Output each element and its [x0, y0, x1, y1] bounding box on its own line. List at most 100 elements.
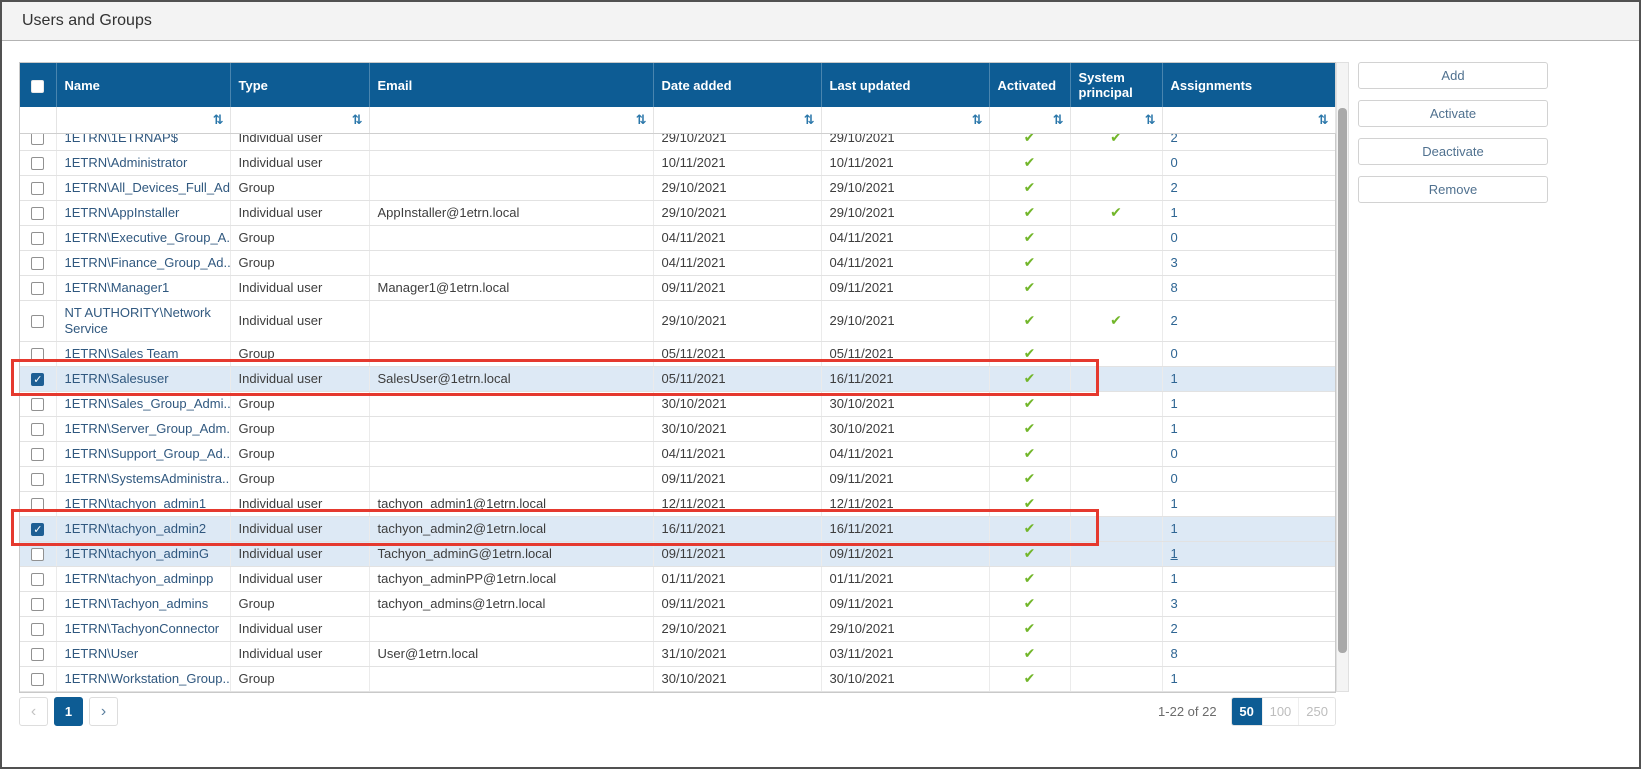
assignments-link[interactable]: 1	[1171, 371, 1178, 386]
assignments-link[interactable]: 2	[1171, 180, 1178, 195]
row-checkbox[interactable]	[31, 157, 44, 170]
table-scroll-area[interactable]: 1ETRN\1ETRNAP$Individual user29/10/20212…	[20, 134, 1335, 692]
row-checkbox[interactable]	[31, 648, 44, 661]
user-name-link[interactable]: 1ETRN\All_Devices_Full_Ad...	[65, 180, 231, 195]
table-row[interactable]: 1ETRN\Manager1Individual userManager1@1e…	[20, 276, 1335, 301]
page-size-100[interactable]: 100	[1262, 698, 1299, 725]
column-header-system_principal[interactable]: System principal	[1070, 63, 1162, 107]
user-name-link[interactable]: 1ETRN\Salesuser	[65, 371, 169, 386]
assignments-link[interactable]: 0	[1171, 346, 1178, 361]
page-1-button[interactable]: 1	[54, 697, 83, 726]
row-checkbox[interactable]	[31, 423, 44, 436]
user-name-link[interactable]: 1ETRN\tachyon_admin1	[65, 496, 207, 511]
sort-icon-type[interactable]: ⇅	[352, 113, 363, 128]
table-row[interactable]: 1ETRN\Executive_Group_A...Group04/11/202…	[20, 226, 1335, 251]
assignments-link[interactable]: 1	[1171, 396, 1178, 411]
prev-page-button[interactable]: ‹	[19, 697, 48, 726]
row-checkbox[interactable]	[31, 623, 44, 636]
row-checkbox[interactable]	[31, 398, 44, 411]
select-all-checkbox[interactable]	[31, 80, 44, 93]
table-row[interactable]: 1ETRN\Support_Group_Ad...Group04/11/2021…	[20, 442, 1335, 467]
row-checkbox[interactable]	[31, 498, 44, 511]
table-row[interactable]: 1ETRN\tachyon_adminGIndividual userTachy…	[20, 542, 1335, 567]
row-checkbox[interactable]	[31, 523, 44, 536]
column-header-type[interactable]: Type	[230, 63, 369, 107]
user-name-link[interactable]: 1ETRN\tachyon_adminG	[65, 546, 210, 561]
table-row[interactable]: 1ETRN\Tachyon_adminsGrouptachyon_admins@…	[20, 592, 1335, 617]
user-name-link[interactable]: 1ETRN\SystemsAdministra...	[65, 471, 231, 486]
user-name-link[interactable]: 1ETRN\TachyonConnector	[65, 621, 220, 636]
column-header-email[interactable]: Email	[369, 63, 653, 107]
column-header-name[interactable]: Name	[56, 63, 230, 107]
table-row[interactable]: 1ETRN\tachyon_admin1Individual usertachy…	[20, 492, 1335, 517]
assignments-link[interactable]: 2	[1171, 313, 1178, 328]
table-row[interactable]: 1ETRN\TachyonConnectorIndividual user29/…	[20, 617, 1335, 642]
table-row[interactable]: 1ETRN\UserIndividual userUser@1etrn.loca…	[20, 642, 1335, 667]
user-name-link[interactable]: 1ETRN\Tachyon_admins	[65, 596, 209, 611]
assignments-link[interactable]: 1	[1171, 521, 1178, 536]
sort-icon-last_updated[interactable]: ⇅	[972, 113, 983, 128]
table-row[interactable]: 1ETRN\AppInstallerIndividual userAppInst…	[20, 201, 1335, 226]
row-checkbox[interactable]	[31, 373, 44, 386]
assignments-link[interactable]: 0	[1171, 471, 1178, 486]
row-checkbox[interactable]	[31, 207, 44, 220]
row-checkbox[interactable]	[31, 134, 44, 145]
remove-button[interactable]: Remove	[1358, 176, 1548, 203]
assignments-link[interactable]: 1	[1171, 571, 1178, 586]
row-checkbox[interactable]	[31, 473, 44, 486]
sort-icon-date_added[interactable]: ⇅	[804, 113, 815, 128]
user-name-link[interactable]: 1ETRN\User	[65, 646, 139, 661]
table-row[interactable]: 1ETRN\Workstation_Group...Group30/10/202…	[20, 667, 1335, 692]
sort-icon-system_principal[interactable]: ⇅	[1145, 113, 1156, 128]
assignments-link[interactable]: 3	[1171, 596, 1178, 611]
user-name-link[interactable]: 1ETRN\Server_Group_Adm...	[65, 421, 231, 436]
sort-icon-assignments[interactable]: ⇅	[1318, 113, 1329, 128]
user-name-link[interactable]: 1ETRN\Manager1	[65, 280, 170, 295]
column-header-date_added[interactable]: Date added	[653, 63, 821, 107]
table-row[interactable]: 1ETRN\All_Devices_Full_Ad...Group29/10/2…	[20, 176, 1335, 201]
deactivate-button[interactable]: Deactivate	[1358, 138, 1548, 165]
scrollbar-thumb[interactable]	[1338, 108, 1347, 653]
user-name-link[interactable]: 1ETRN\tachyon_adminpp	[65, 571, 214, 586]
row-checkbox[interactable]	[31, 673, 44, 686]
row-checkbox[interactable]	[31, 448, 44, 461]
user-name-link[interactable]: 1ETRN\Executive_Group_A...	[65, 230, 231, 245]
row-checkbox[interactable]	[31, 573, 44, 586]
assignments-link[interactable]: 2	[1171, 134, 1178, 145]
table-row[interactable]: 1ETRN\1ETRNAP$Individual user29/10/20212…	[20, 134, 1335, 151]
assignments-link[interactable]: 8	[1171, 646, 1178, 661]
table-row[interactable]: 1ETRN\Sales_Group_Admi...Group30/10/2021…	[20, 392, 1335, 417]
row-checkbox[interactable]	[31, 315, 44, 328]
user-name-link[interactable]: 1ETRN\Support_Group_Ad...	[65, 446, 231, 461]
column-header-assignments[interactable]: Assignments	[1162, 63, 1335, 107]
sort-icon-email[interactable]: ⇅	[636, 113, 647, 128]
table-row[interactable]: NT AUTHORITY\Network ServiceIndividual u…	[20, 301, 1335, 342]
column-header-last_updated[interactable]: Last updated	[821, 63, 989, 107]
user-name-link[interactable]: NT AUTHORITY\Network Service	[65, 305, 211, 336]
user-name-link[interactable]: 1ETRN\1ETRNAP$	[65, 134, 178, 145]
table-row[interactable]: 1ETRN\AdministratorIndividual user10/11/…	[20, 151, 1335, 176]
user-name-link[interactable]: 1ETRN\Sales Team	[65, 346, 179, 361]
user-name-link[interactable]: 1ETRN\Sales_Group_Admi...	[65, 396, 231, 411]
row-checkbox[interactable]	[31, 282, 44, 295]
user-name-link[interactable]: 1ETRN\Workstation_Group...	[65, 671, 231, 686]
assignments-link[interactable]: 1	[1171, 671, 1178, 686]
row-checkbox[interactable]	[31, 598, 44, 611]
table-row[interactable]: 1ETRN\Finance_Group_Ad...Group04/11/2021…	[20, 251, 1335, 276]
assignments-link[interactable]: 1	[1171, 421, 1178, 436]
row-checkbox[interactable]	[31, 182, 44, 195]
table-row[interactable]: 1ETRN\Sales TeamGroup05/11/202105/11/202…	[20, 342, 1335, 367]
table-row[interactable]: 1ETRN\tachyon_adminppIndividual usertach…	[20, 567, 1335, 592]
assignments-link[interactable]: 0	[1171, 230, 1178, 245]
table-row[interactable]: 1ETRN\SystemsAdministra...Group09/11/202…	[20, 467, 1335, 492]
assignments-link[interactable]: 0	[1171, 446, 1178, 461]
assignments-link[interactable]: 3	[1171, 255, 1178, 270]
column-header-activated[interactable]: Activated	[989, 63, 1070, 107]
row-checkbox[interactable]	[31, 257, 44, 270]
page-size-250[interactable]: 250	[1298, 698, 1335, 725]
next-page-button[interactable]: ›	[89, 697, 118, 726]
vertical-scrollbar[interactable]	[1336, 62, 1349, 692]
table-row[interactable]: 1ETRN\SalesuserIndividual userSalesUser@…	[20, 367, 1335, 392]
user-name-link[interactable]: 1ETRN\Administrator	[65, 155, 188, 170]
assignments-link[interactable]: 1	[1171, 546, 1178, 561]
